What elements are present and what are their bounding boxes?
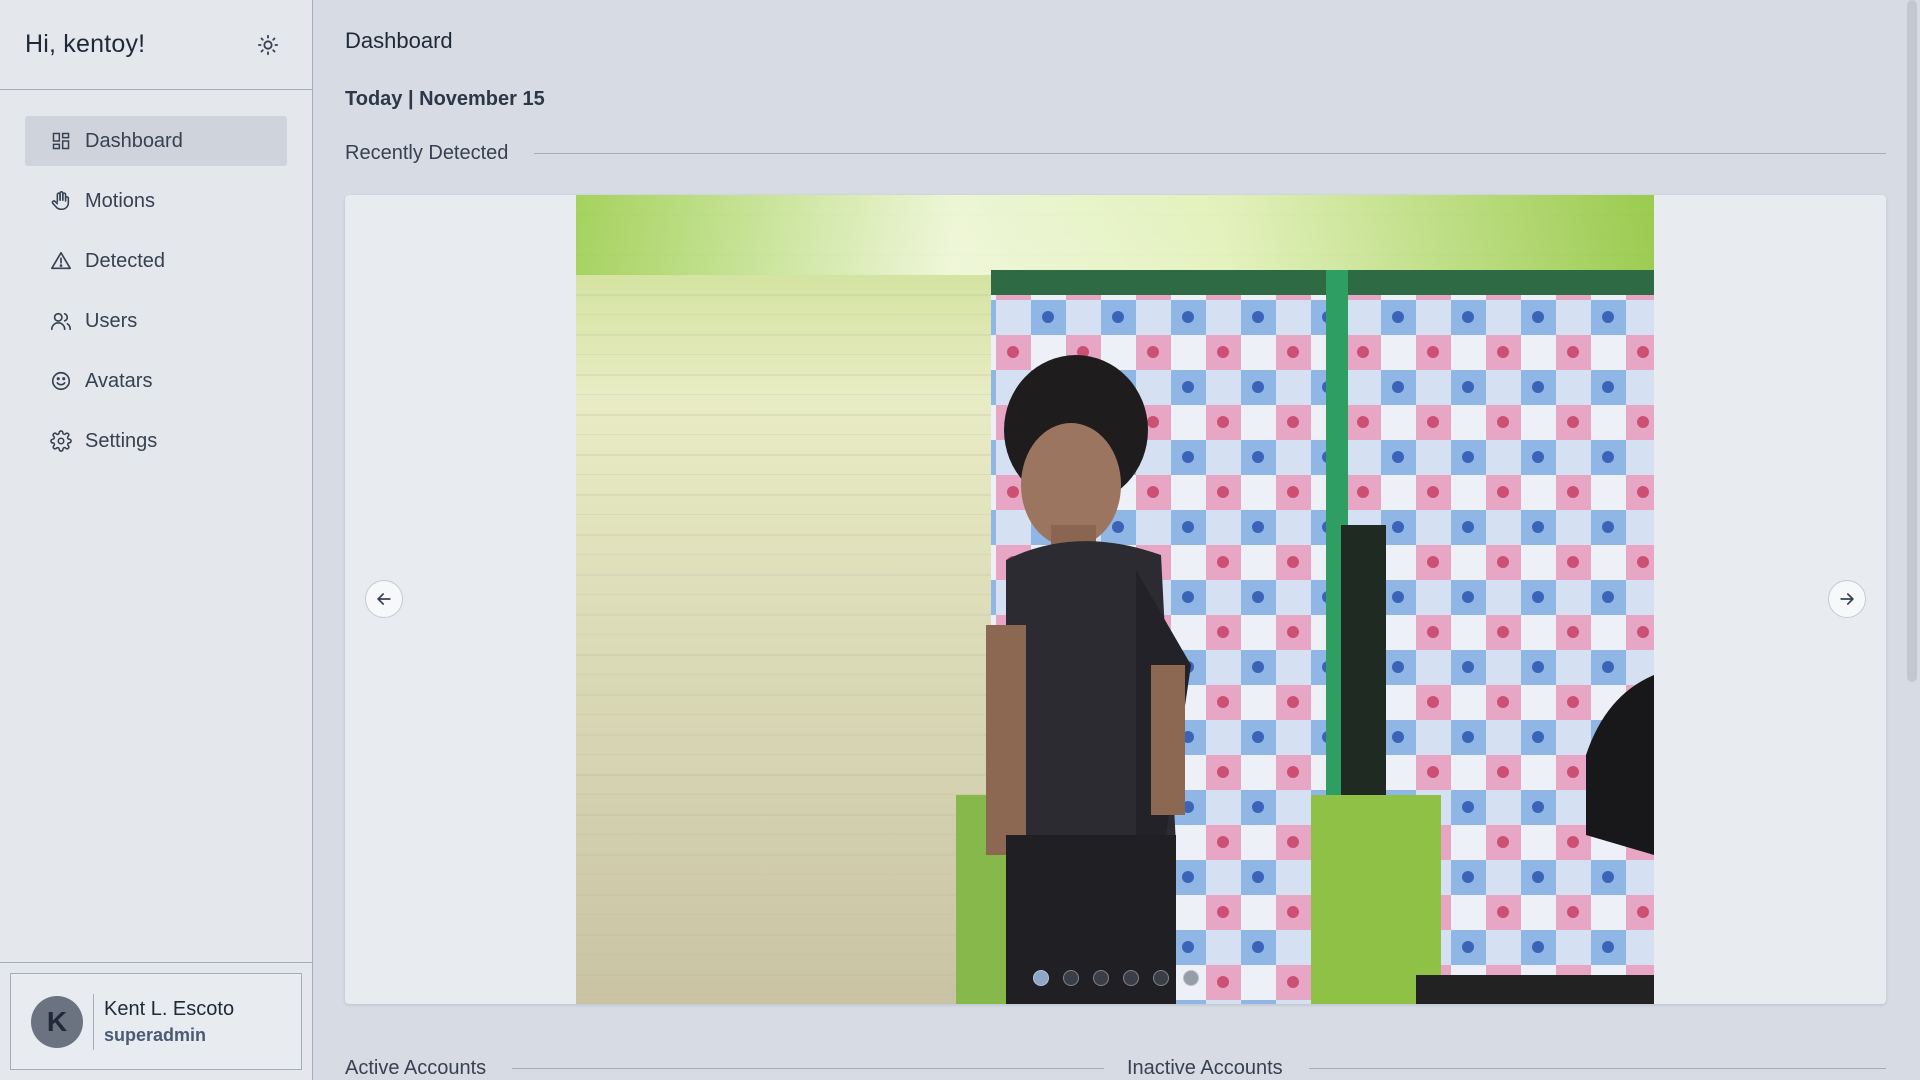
sun-icon (257, 34, 279, 55)
sidebar-item-label: Detected (85, 249, 166, 272)
carousel-next-button[interactable] (1828, 580, 1866, 618)
hand-icon (49, 189, 73, 213)
grid-icon (49, 129, 73, 153)
smiley-icon (49, 369, 73, 393)
carousel-dot-6[interactable] (1182, 970, 1199, 986)
carousel-dot-5[interactable] (1152, 970, 1169, 986)
profile-info: Kent L. Escoto superadmin (104, 998, 234, 1046)
carousel-indicators (345, 970, 1886, 986)
today-date: Today | November 15 (345, 88, 545, 110)
scrollbar[interactable] (1904, 0, 1920, 1080)
scrollbar-thumb[interactable] (1907, 0, 1917, 682)
sidebar-item-users[interactable]: Users (25, 296, 287, 346)
sidebar-divider (0, 962, 312, 963)
detection-photo (576, 195, 1654, 1004)
main-content: Dashboard Today | November 15 Recently D… (313, 0, 1920, 1080)
sidebar-item-label: Motions (85, 189, 156, 212)
carousel-dot-2[interactable] (1062, 970, 1079, 986)
arrow-right-icon (1840, 593, 1854, 605)
active-accounts-header: Active Accounts (345, 1057, 1104, 1080)
section-title: Inactive Accounts (1127, 1057, 1283, 1079)
profile-card[interactable]: K Kent L. Escoto superadmin (10, 973, 302, 1070)
avatar: K (31, 995, 83, 1048)
sidebar-item-settings[interactable]: Settings (25, 416, 287, 466)
inactive-accounts-header: Inactive Accounts (1127, 1057, 1886, 1080)
sidebar-item-label: Dashboard (85, 129, 183, 152)
page-title: Dashboard (345, 28, 453, 53)
profile-name: Kent L. Escoto (104, 997, 235, 1020)
arrow-left-icon (377, 593, 391, 605)
profile-divider (93, 993, 94, 1050)
users-icon (49, 309, 73, 333)
detection-carousel[interactable] (345, 195, 1886, 1004)
sidebar-item-avatars[interactable]: Avatars (25, 356, 287, 406)
carousel-dot-3[interactable] (1092, 970, 1109, 986)
sidebar-nav: Dashboard Motions Detected Users Avatars… (0, 90, 312, 466)
recently-detected-header: Recently Detected (345, 142, 1886, 165)
sidebar-item-label: Avatars (85, 369, 153, 392)
carousel-dot-1[interactable] (1032, 970, 1049, 986)
sidebar-header: Hi, kentoy! (0, 0, 312, 90)
sidebar-item-detected[interactable]: Detected (25, 236, 287, 286)
theme-toggle-button[interactable] (254, 31, 282, 59)
sidebar: Hi, kentoy! Dashboard Motions Detected U… (0, 0, 313, 1080)
carousel-prev-button[interactable] (365, 580, 403, 618)
sidebar-item-label: Settings (85, 429, 158, 452)
gear-icon (49, 429, 73, 453)
sidebar-item-motions[interactable]: Motions (25, 176, 287, 226)
section-divider (512, 1068, 1104, 1069)
section-title: Active Accounts (345, 1057, 487, 1079)
sidebar-item-label: Users (85, 309, 138, 332)
carousel-dot-4[interactable] (1122, 970, 1139, 986)
section-divider (534, 153, 1886, 154)
section-divider (1308, 1068, 1886, 1069)
section-title: Recently Detected (345, 142, 509, 164)
sidebar-item-dashboard[interactable]: Dashboard (25, 116, 287, 166)
profile-role: superadmin (104, 1024, 207, 1045)
app-root: Hi, kentoy! Dashboard Motions Detected U… (0, 0, 1920, 1080)
warning-icon (49, 249, 73, 273)
greeting: Hi, kentoy! (25, 30, 146, 58)
